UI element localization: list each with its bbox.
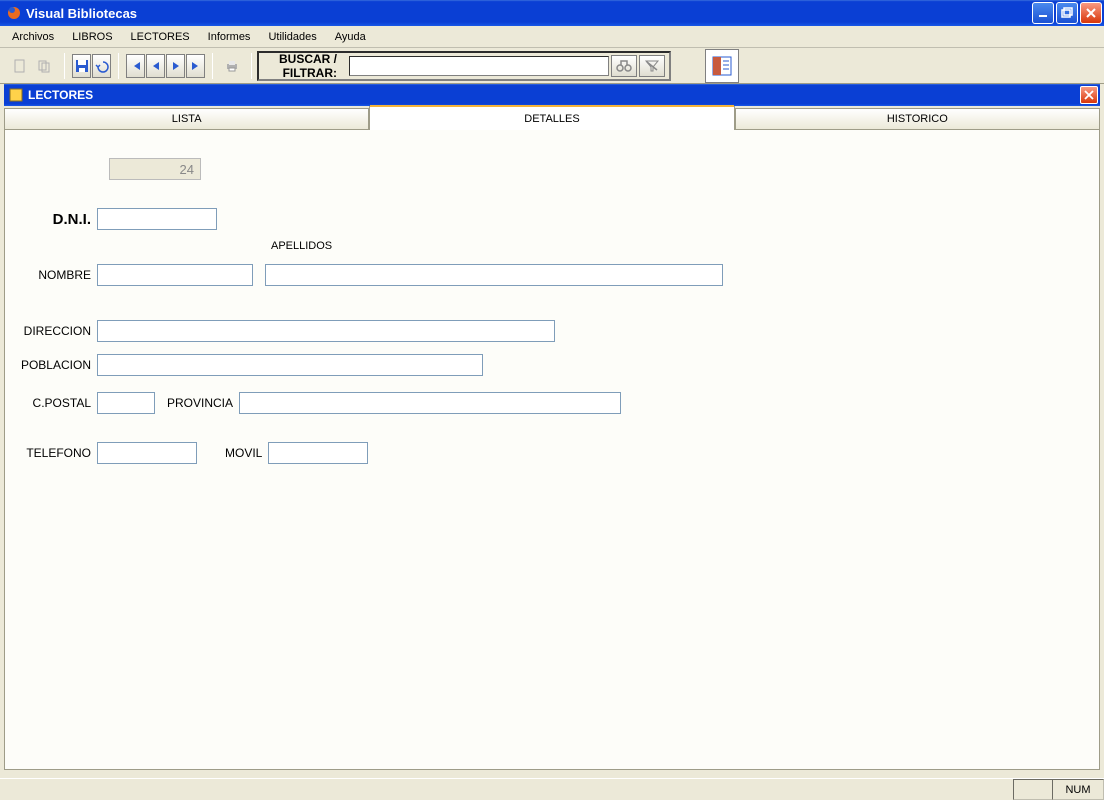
subwindow: LECTORES LISTA DETALLES HISTORICO D.N.I.…: [4, 84, 1100, 770]
toolbar: BUSCAR / FILTRAR:: [0, 48, 1104, 84]
search-input[interactable]: [349, 56, 609, 76]
tab-lista[interactable]: LISTA: [4, 108, 369, 130]
menu-informes[interactable]: Informes: [200, 29, 259, 45]
menu-lectores[interactable]: LECTORES: [123, 29, 198, 45]
nombre-input[interactable]: [97, 264, 253, 286]
app-icon: [6, 5, 22, 21]
cpostal-input[interactable]: [97, 392, 155, 414]
tab-detalles[interactable]: DETALLES: [369, 106, 734, 132]
label-movil: MOVIL: [225, 446, 268, 460]
label-dni: D.N.I.: [17, 211, 97, 228]
label-provincia: PROVINCIA: [161, 396, 239, 410]
prev-record-button[interactable]: [146, 54, 165, 78]
undo-button[interactable]: [92, 54, 111, 78]
subwindow-title: LECTORES: [28, 88, 1080, 102]
minimize-button[interactable]: [1032, 2, 1054, 24]
subwindow-close-button[interactable]: [1080, 86, 1098, 104]
direccion-input[interactable]: [97, 320, 555, 342]
label-apellidos: APELLIDOS: [271, 240, 332, 252]
print-button[interactable]: [220, 54, 244, 78]
next-record-button[interactable]: [166, 54, 185, 78]
maximize-button[interactable]: [1056, 2, 1078, 24]
label-nombre: NOMBRE: [17, 268, 97, 282]
telefono-input[interactable]: [97, 442, 197, 464]
close-button[interactable]: [1080, 2, 1102, 24]
provincia-input[interactable]: [239, 392, 621, 414]
app-title: Visual Bibliotecas: [26, 6, 1032, 21]
subwindow-icon: [8, 87, 24, 103]
search-label: BUSCAR / FILTRAR:: [263, 52, 343, 80]
new-button[interactable]: [8, 54, 32, 78]
tabstrip: LISTA DETALLES HISTORICO: [4, 106, 1100, 130]
label-direccion: DIRECCION: [17, 324, 97, 338]
dni-input[interactable]: [97, 208, 217, 230]
label-telefono: TELEFONO: [17, 446, 97, 460]
menu-ayuda[interactable]: Ayuda: [327, 29, 374, 45]
status-cell-empty: [1013, 779, 1053, 800]
search-panel: BUSCAR / FILTRAR:: [257, 51, 671, 81]
label-cpostal: C.POSTAL: [17, 396, 97, 410]
clear-filter-button[interactable]: [639, 55, 665, 77]
last-record-button[interactable]: [186, 54, 205, 78]
poblacion-input[interactable]: [97, 354, 483, 376]
copy-button[interactable]: [33, 54, 57, 78]
titlebar: Visual Bibliotecas: [0, 0, 1104, 26]
statusbar: NUM: [0, 778, 1104, 800]
id-field: [109, 158, 201, 180]
tab-historico[interactable]: HISTORICO: [735, 108, 1100, 130]
first-record-button[interactable]: [126, 54, 145, 78]
save-button[interactable]: [72, 54, 91, 78]
menu-libros[interactable]: LIBROS: [64, 29, 120, 45]
label-poblacion: POBLACION: [17, 358, 97, 372]
menu-utilidades[interactable]: Utilidades: [260, 29, 324, 45]
status-numlock: NUM: [1052, 779, 1104, 800]
list-view-button[interactable]: [705, 49, 739, 83]
menubar: Archivos LIBROS LECTORES Informes Utilid…: [0, 26, 1104, 48]
apellidos-input[interactable]: [265, 264, 723, 286]
search-binoculars-button[interactable]: [611, 55, 637, 77]
form-area: D.N.I. APELLIDOS NOMBRE DIRECCION POBLAC…: [4, 130, 1100, 770]
sub-titlebar: LECTORES: [4, 84, 1100, 106]
movil-input[interactable]: [268, 442, 368, 464]
menu-archivos[interactable]: Archivos: [4, 29, 62, 45]
